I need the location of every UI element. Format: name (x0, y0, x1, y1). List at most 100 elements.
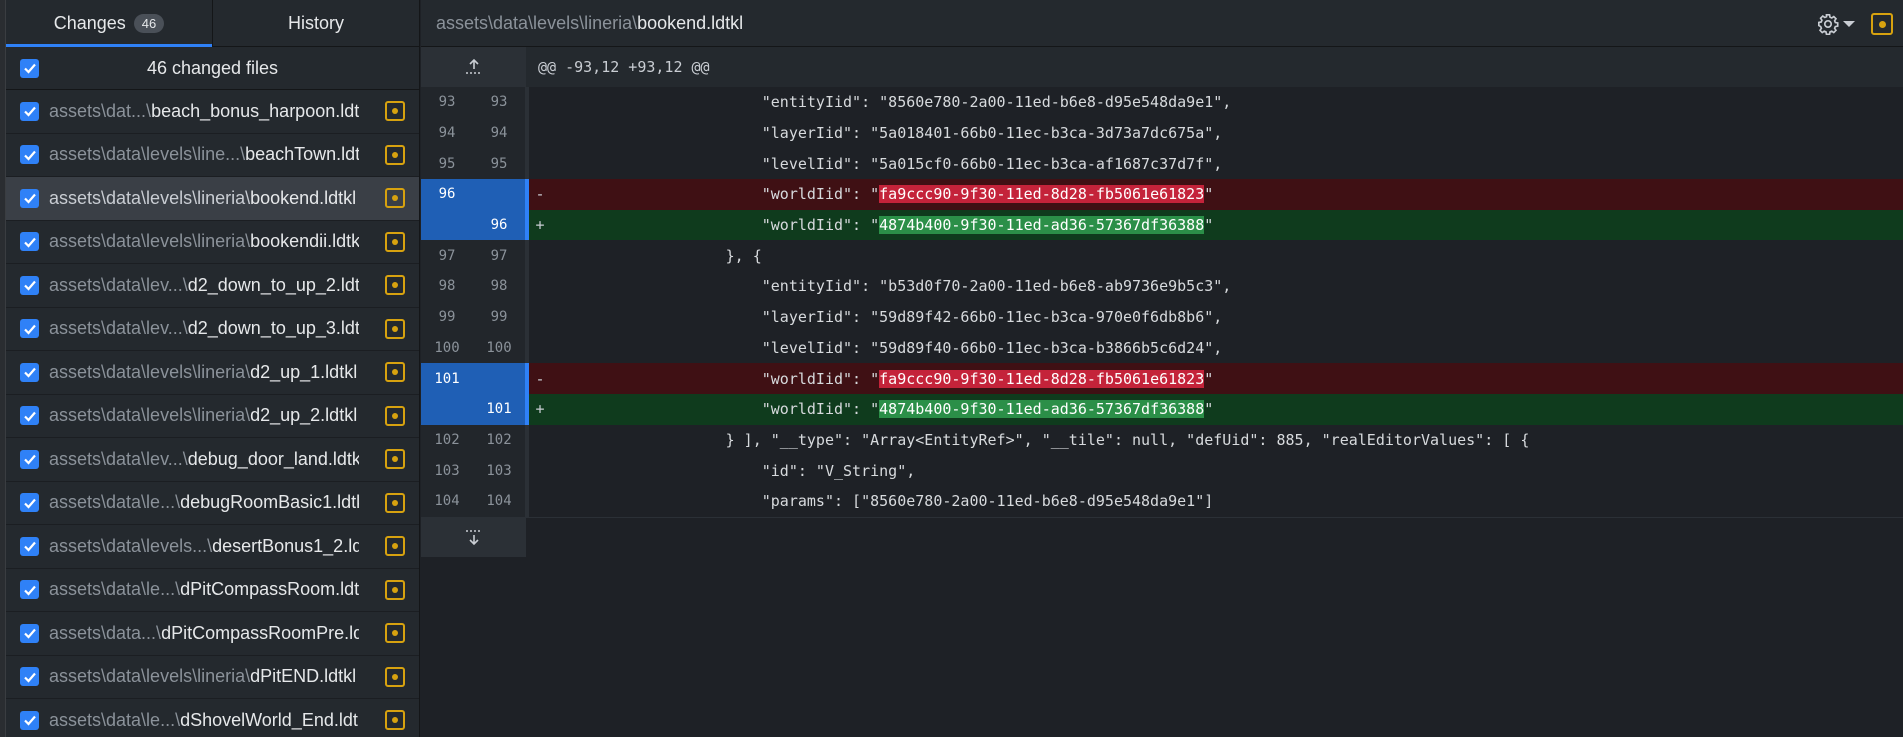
line-gutter-separator (525, 301, 529, 333)
file-modified-icon (385, 405, 405, 426)
diff-header: assets\data\levels\lineria\bookend.ldtkl (421, 0, 1903, 47)
file-list-item[interactable]: assets\data\levels\line...\beachTown.ldt… (6, 134, 419, 177)
diff-line-context[interactable]: 94 94 "layerIid": "5a018401-66b0-11ec-b3c… (421, 117, 1903, 149)
file-list-item[interactable]: assets\data\levels\lineria\bookendii.ldt… (6, 221, 419, 264)
file-checkbox[interactable] (20, 493, 39, 513)
new-line-number[interactable]: 98 (473, 271, 525, 302)
file-list-item[interactable]: assets\data\lev...\debug_door_land.ldtkl (6, 438, 419, 482)
file-list-item[interactable]: assets\data\le...\dPitCompassRoom.ldtkl (6, 569, 419, 612)
diff-line-context[interactable]: 97 97 }, { (421, 240, 1903, 272)
file-dir: assets\data\lev...\ (49, 448, 188, 469)
old-line-number[interactable]: 98 (421, 271, 473, 302)
diff-line-context[interactable]: 100 100 "levelIid": "59d89f40-66b0-11ec-b… (421, 332, 1903, 364)
old-line-number[interactable]: 100 (421, 332, 473, 364)
file-checkbox[interactable] (20, 275, 39, 295)
new-line-number[interactable]: 95 (473, 148, 525, 180)
file-checkbox[interactable] (20, 667, 39, 687)
file-list-item[interactable]: assets\data...\dPitCompassRoomPre.ldtkl (6, 612, 419, 656)
file-checkbox[interactable] (20, 536, 39, 556)
new-line-number[interactable] (473, 363, 525, 394)
diff-line-context[interactable]: 93 93 "entityIid": "8560e780-2a00-11ed-b6… (421, 87, 1903, 118)
file-checkbox[interactable] (20, 145, 39, 165)
checkmark-icon (23, 585, 36, 596)
changes-count-badge: 46 (133, 13, 165, 33)
diff-line-context[interactable]: 102 102 } ], "__type": "Array<EntityRef>"… (421, 424, 1903, 456)
old-line-number[interactable] (421, 209, 473, 241)
old-line-number[interactable]: 96 (421, 179, 473, 210)
file-dir: assets\data\le...\ (49, 492, 181, 513)
file-list-item[interactable]: assets\data\lev...\d2_down_to_up_3.ldtkl (6, 308, 419, 351)
code-text: "worldIid": " (545, 216, 880, 235)
old-line-number[interactable]: 97 (421, 240, 473, 272)
diff-line-context[interactable]: 104 104 "params": ["8560e780-2a00-11ed-b6… (421, 485, 1903, 517)
new-line-number[interactable]: 103 (473, 455, 525, 486)
file-path: assets\data\levels\lineria\dPitEND.ldtkl (49, 666, 359, 687)
new-line-number[interactable]: 97 (473, 240, 525, 272)
file-path-name: bookend.ldtkl (637, 12, 744, 33)
file-path: assets\data\le...\dPitCompassRoom.ldtkl (49, 579, 359, 600)
file-checkbox[interactable] (20, 449, 39, 469)
file-checkbox[interactable] (20, 101, 39, 121)
new-line-number[interactable]: 93 (473, 87, 525, 118)
file-list-item[interactable]: assets\data\levels...\desertBonus1_2.ldt… (6, 525, 419, 569)
file-name: dPitCompassRoom.ldtkl (180, 579, 359, 600)
new-line-number[interactable]: 96 (473, 209, 525, 241)
old-line-number[interactable]: 93 (421, 87, 473, 118)
file-dir: assets\dat...\ (49, 100, 152, 121)
old-line-number[interactable]: 101 (421, 363, 473, 394)
diff-line-context[interactable]: 103 103 "id": "V_String", (421, 455, 1903, 486)
new-line-number[interactable]: 102 (473, 424, 525, 456)
new-line-number[interactable]: 94 (473, 117, 525, 149)
file-checkbox[interactable] (20, 232, 39, 252)
file-list-item[interactable]: assets\data\lev...\d2_down_to_up_2.ldtkl (6, 264, 419, 308)
tab-history[interactable]: History (212, 0, 419, 46)
file-checkbox[interactable] (20, 623, 39, 643)
code-text: "params": ["8560e780-2a00-11ed-b6e8-d95e… (545, 492, 1214, 511)
file-list-item[interactable]: assets\dat...\beach_bonus_harpoon.ldtkl (6, 90, 419, 134)
diff-marker: - (535, 185, 545, 204)
file-list-item[interactable]: assets\data\levels\lineria\bookend.ldtkl (6, 177, 419, 221)
file-path: assets\data\levels\lineria\d2_up_1.ldtkl (49, 362, 359, 383)
file-checkbox[interactable] (20, 188, 39, 208)
file-name: bookend.ldtkl (250, 187, 357, 208)
diff-line-added[interactable]: 96 + "worldIid": " 4874b400-9f30-11ed-ad36… (421, 209, 1903, 241)
diff-line-deleted[interactable]: 96 - "worldIid": " fa9ccc90-9f30-11ed-8d28… (421, 179, 1903, 210)
old-line-number[interactable]: 104 (421, 485, 473, 517)
checkmark-icon (23, 455, 36, 465)
diff-line-context[interactable]: 99 99 "layerIid": "59d89f42-66b0-11ec-b3c… (421, 301, 1903, 333)
old-line-number[interactable]: 95 (421, 148, 473, 180)
new-line-number[interactable] (473, 179, 525, 210)
old-line-number[interactable]: 94 (421, 117, 473, 149)
file-name: dShovelWorld_End.ldtkl (180, 709, 359, 730)
expand-up-button[interactable] (421, 47, 526, 87)
new-line-number[interactable]: 101 (473, 393, 525, 425)
select-all-checkbox[interactable] (20, 58, 39, 78)
diff-settings-button[interactable] (1817, 13, 1855, 35)
diff-line-context[interactable]: 98 98 "entityIid": "b53d0f70-2a00-11ed-b6… (421, 271, 1903, 302)
diff-line-deleted[interactable]: 101 - "worldIid": " fa9ccc90-9f30-11ed-8d2… (421, 363, 1903, 394)
file-list-item[interactable]: assets\data\levels\lineria\dPitEND.ldtkl (6, 656, 419, 699)
diff-line-added[interactable]: 101 + "worldIid": " 4874b400-9f30-11ed-ad3… (421, 393, 1903, 425)
file-path-dir: assets\data\levels\lineria\ (436, 12, 638, 33)
new-line-number[interactable]: 100 (473, 332, 525, 364)
tab-changes[interactable]: Changes 46 (6, 0, 212, 47)
file-list-item[interactable]: assets\data\le...\debugRoomBasic1.ldtkl (6, 482, 419, 525)
file-checkbox[interactable] (20, 362, 39, 382)
code-text: "entityIid": "8560e780-2a00-11ed-b6e8-d9… (545, 93, 1232, 112)
file-checkbox[interactable] (20, 710, 39, 730)
expand-down-button[interactable] (421, 516, 526, 557)
file-modified-icon (385, 362, 405, 383)
new-line-number[interactable]: 99 (473, 301, 525, 333)
old-line-number[interactable]: 103 (421, 455, 473, 486)
file-checkbox[interactable] (20, 319, 39, 339)
old-line-number[interactable]: 102 (421, 424, 473, 456)
file-checkbox[interactable] (20, 406, 39, 426)
old-line-number[interactable]: 99 (421, 301, 473, 333)
file-list-item[interactable]: assets\data\le...\dShovelWorld_End.ldtkl (6, 699, 419, 737)
diff-line-context[interactable]: 95 95 "levelIid": "5a015cf0-66b0-11ec-b3c… (421, 148, 1903, 180)
file-checkbox[interactable] (20, 580, 39, 600)
old-line-number[interactable] (421, 393, 473, 425)
file-list-item[interactable]: assets\data\levels\lineria\d2_up_2.ldtkl (6, 395, 419, 438)
file-list-item[interactable]: assets\data\levels\lineria\d2_up_1.ldtkl (6, 351, 419, 395)
new-line-number[interactable]: 104 (473, 485, 525, 517)
